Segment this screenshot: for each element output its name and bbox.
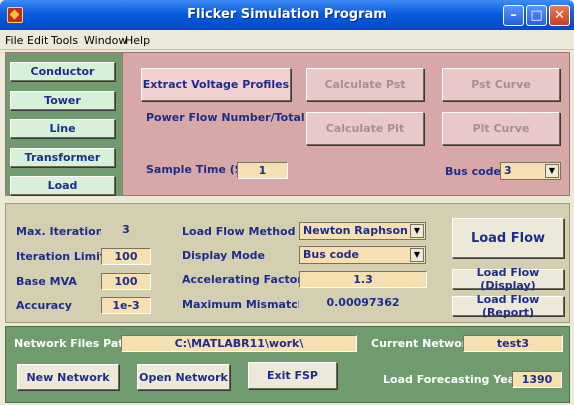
line-button[interactable]: Line bbox=[10, 119, 115, 138]
load-flow-report-button[interactable]: Load Flow (Report) bbox=[452, 293, 564, 319]
exit-fsp-button[interactable]: Exit FSP bbox=[248, 362, 337, 389]
network-files-path-label: Network Files Path bbox=[14, 337, 132, 350]
display-mode-value: Bus code bbox=[303, 248, 360, 261]
maximum-mismatch-label: Maximum Mismatch bbox=[182, 298, 306, 311]
load-forecasting-year-field[interactable]: 1390 bbox=[512, 371, 562, 388]
open-network-button[interactable]: Open Network bbox=[137, 364, 230, 390]
display-mode-label: Display Mode bbox=[182, 249, 266, 262]
max-iterations-label: Max. Iterations bbox=[16, 225, 111, 238]
maximum-mismatch-value: 0.00097362 bbox=[299, 295, 427, 312]
load-button[interactable]: Load bbox=[10, 176, 115, 195]
power-flow-label: Power Flow Number/Total bbox=[146, 111, 305, 124]
iteration-limit-label: Iteration Limit bbox=[16, 250, 106, 263]
max-iterations-value: 3 bbox=[101, 222, 151, 239]
load-flow-button[interactable]: Load Flow bbox=[452, 218, 564, 258]
display-mode-select[interactable]: Bus code ▼ bbox=[299, 246, 426, 264]
current-network-label: Current Network bbox=[371, 337, 475, 350]
conductor-button[interactable]: Conductor bbox=[10, 62, 115, 81]
maximize-icon[interactable]: □ bbox=[526, 5, 547, 26]
bus-code-label: Bus code bbox=[445, 165, 502, 178]
extract-voltage-profiles-button[interactable]: Extract Voltage Profiles bbox=[141, 68, 291, 101]
accelerating-factor-label: Accelerating Factor bbox=[182, 273, 303, 286]
accelerating-factor-field[interactable]: 1.3 bbox=[299, 271, 427, 288]
bus-code-value: 3 bbox=[504, 164, 512, 177]
tower-button[interactable]: Tower bbox=[10, 91, 115, 110]
plt-curve-button[interactable]: Plt Curve bbox=[442, 112, 560, 145]
network-files-path-field[interactable]: C:\MATLABR11\work\ bbox=[121, 335, 357, 352]
chevron-down-icon[interactable]: ▼ bbox=[410, 248, 424, 262]
calculate-plt-button[interactable]: Calculate Plt bbox=[306, 112, 424, 145]
window-title: Flicker Simulation Program bbox=[187, 7, 387, 22]
chevron-down-icon[interactable]: ▼ bbox=[410, 224, 424, 238]
new-network-button[interactable]: New Network bbox=[17, 364, 119, 390]
menu-tools[interactable]: Tools bbox=[51, 34, 78, 47]
pst-curve-button[interactable]: Pst Curve bbox=[442, 68, 560, 101]
base-mva-label: Base MVA bbox=[16, 275, 77, 288]
calculate-pst-button[interactable]: Calculate Pst bbox=[306, 68, 424, 101]
menu-bar: File Edit Tools Window Help bbox=[0, 30, 574, 50]
menu-file[interactable]: File bbox=[5, 34, 23, 47]
bus-code-select[interactable]: 3 ▼ bbox=[500, 162, 561, 180]
load-flow-display-button[interactable]: Load Flow (Display) bbox=[452, 266, 564, 292]
chevron-down-icon[interactable]: ▼ bbox=[545, 164, 559, 178]
current-network-field[interactable]: test3 bbox=[463, 335, 563, 352]
load-flow-method-select[interactable]: Newton Raphson ▼ bbox=[299, 222, 426, 240]
load-flow-method-value: Newton Raphson bbox=[303, 224, 408, 237]
iteration-limit-field[interactable]: 100 bbox=[101, 248, 151, 265]
menu-edit[interactable]: Edit bbox=[27, 34, 48, 47]
minimize-icon[interactable]: – bbox=[503, 5, 524, 26]
sample-time-field[interactable]: 1 bbox=[237, 162, 288, 179]
close-icon[interactable]: ✕ bbox=[549, 5, 570, 26]
accuracy-field[interactable]: 1e-3 bbox=[101, 297, 151, 314]
load-flow-method-label: Load Flow Method bbox=[182, 225, 296, 238]
sample-time-label: Sample Time (S) bbox=[146, 163, 248, 176]
base-mva-field[interactable]: 100 bbox=[101, 273, 151, 290]
load-forecasting-year-label: Load Forecasting Year bbox=[383, 373, 521, 386]
transformer-button[interactable]: Transformer bbox=[10, 148, 115, 167]
menu-window[interactable]: Window bbox=[84, 34, 127, 47]
menu-help[interactable]: Help bbox=[125, 34, 150, 47]
accuracy-label: Accuracy bbox=[16, 299, 72, 312]
